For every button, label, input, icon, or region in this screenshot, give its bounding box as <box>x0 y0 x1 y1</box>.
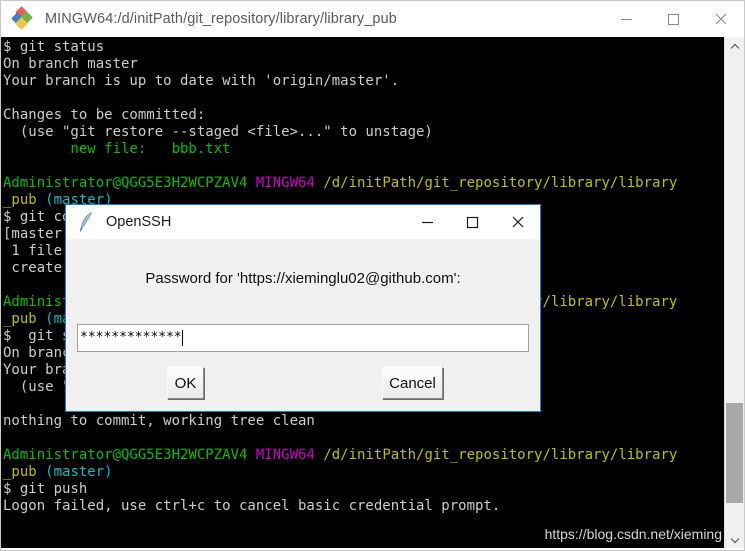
window-controls <box>603 1 744 37</box>
dialog-maximize-icon[interactable] <box>450 205 495 239</box>
terminal-line: Your branch is up to date with 'origin/m… <box>3 73 725 90</box>
terminal-segment: $ git push <box>3 481 88 497</box>
terminal-segment: /d/initPath/git_repository/library/libra… <box>323 175 678 191</box>
maximize-icon[interactable] <box>650 1 697 37</box>
terminal-segment: _pub <box>3 192 46 208</box>
dialog-titlebar[interactable]: OpenSSH <box>66 205 540 239</box>
openssh-password-dialog: OpenSSH Password for 'https://xieminglu0… <box>65 204 541 412</box>
terminal-line: Administrator@QGG5E3H2WCPZAV4 MINGW64 /d… <box>3 175 725 192</box>
terminal-line: $ git status <box>3 39 725 56</box>
git-bash-icon <box>11 6 35 30</box>
terminal-segment: Changes to be committed: <box>3 107 206 123</box>
terminal-segment: (use "git restore --staged <file>..." to… <box>3 124 433 140</box>
terminal-segment: _pub <box>3 464 46 480</box>
dialog-title: OpenSSH <box>106 214 172 230</box>
terminal-segment: On branch master <box>3 56 138 72</box>
scrollbar-thumb[interactable] <box>726 403 743 503</box>
terminal-segment: Administrator@QGG5E3H2WCPZAV4 <box>3 447 256 463</box>
terminal-line: (use "git restore --staged <file>..." to… <box>3 124 725 141</box>
terminal-segment: _pub <box>3 311 46 327</box>
terminal-line: new file: bbb.txt <box>3 141 725 158</box>
password-input-value: ************* <box>80 330 182 345</box>
terminal-segment: Your branch is up to date with 'origin/m… <box>3 73 400 89</box>
terminal-line: Changes to be committed: <box>3 107 725 124</box>
terminal-line: nothing to commit, working tree clean <box>3 413 725 430</box>
terminal-line: _pub (master) <box>3 464 725 481</box>
chevron-up-icon[interactable] <box>725 37 744 56</box>
password-input[interactable]: ************* <box>77 324 529 352</box>
terminal-segment: new file: bbb.txt <box>3 141 231 157</box>
terminal-segment: $ git status <box>3 39 105 55</box>
window-titlebar[interactable]: MINGW64:/d/initPath/git_repository/libra… <box>1 1 744 37</box>
text-caret <box>181 330 184 346</box>
terminal-line: $ git push <box>3 481 725 498</box>
terminal-segment: (master) <box>45 464 113 480</box>
terminal-segment: MINGW64 <box>255 447 324 463</box>
ok-button[interactable]: OK <box>167 367 204 399</box>
terminal-segment: Logon failed, use ctrl+c to cancel basic… <box>3 498 501 514</box>
window-bottom-strip <box>1 548 744 550</box>
dialog-window-controls <box>405 205 540 239</box>
terminal-segment: Administrator@QGG5E3H2WCPZAV4 <box>3 175 256 191</box>
application-window: MINGW64:/d/initPath/git_repository/libra… <box>0 0 745 551</box>
dialog-minimize-icon[interactable] <box>405 205 450 239</box>
terminal-line: Administrator@QGG5E3H2WCPZAV4 MINGW64 /d… <box>3 447 725 464</box>
terminal-scrollbar[interactable] <box>724 37 744 550</box>
cancel-button[interactable]: Cancel <box>382 367 443 399</box>
close-icon[interactable] <box>697 1 744 37</box>
terminal-segment: /d/initPath/git_repository/library/libra… <box>323 447 678 463</box>
terminal-segment: MINGW64 <box>255 175 324 191</box>
terminal-line: Logon failed, use ctrl+c to cancel basic… <box>3 498 725 515</box>
terminal-line: On branch master <box>3 56 725 73</box>
terminal-segment: nothing to commit, working tree clean <box>3 413 315 429</box>
dialog-button-row: OK Cancel <box>66 367 540 401</box>
window-title: MINGW64:/d/initPath/git_repository/libra… <box>45 11 397 27</box>
feather-quill-icon <box>79 211 93 232</box>
minimize-icon[interactable] <box>603 1 650 37</box>
dialog-body: Password for 'https://xieminglu02@github… <box>66 239 540 411</box>
dialog-close-icon[interactable] <box>495 205 540 239</box>
password-prompt-label: Password for 'https://xieminglu02@github… <box>145 270 461 287</box>
